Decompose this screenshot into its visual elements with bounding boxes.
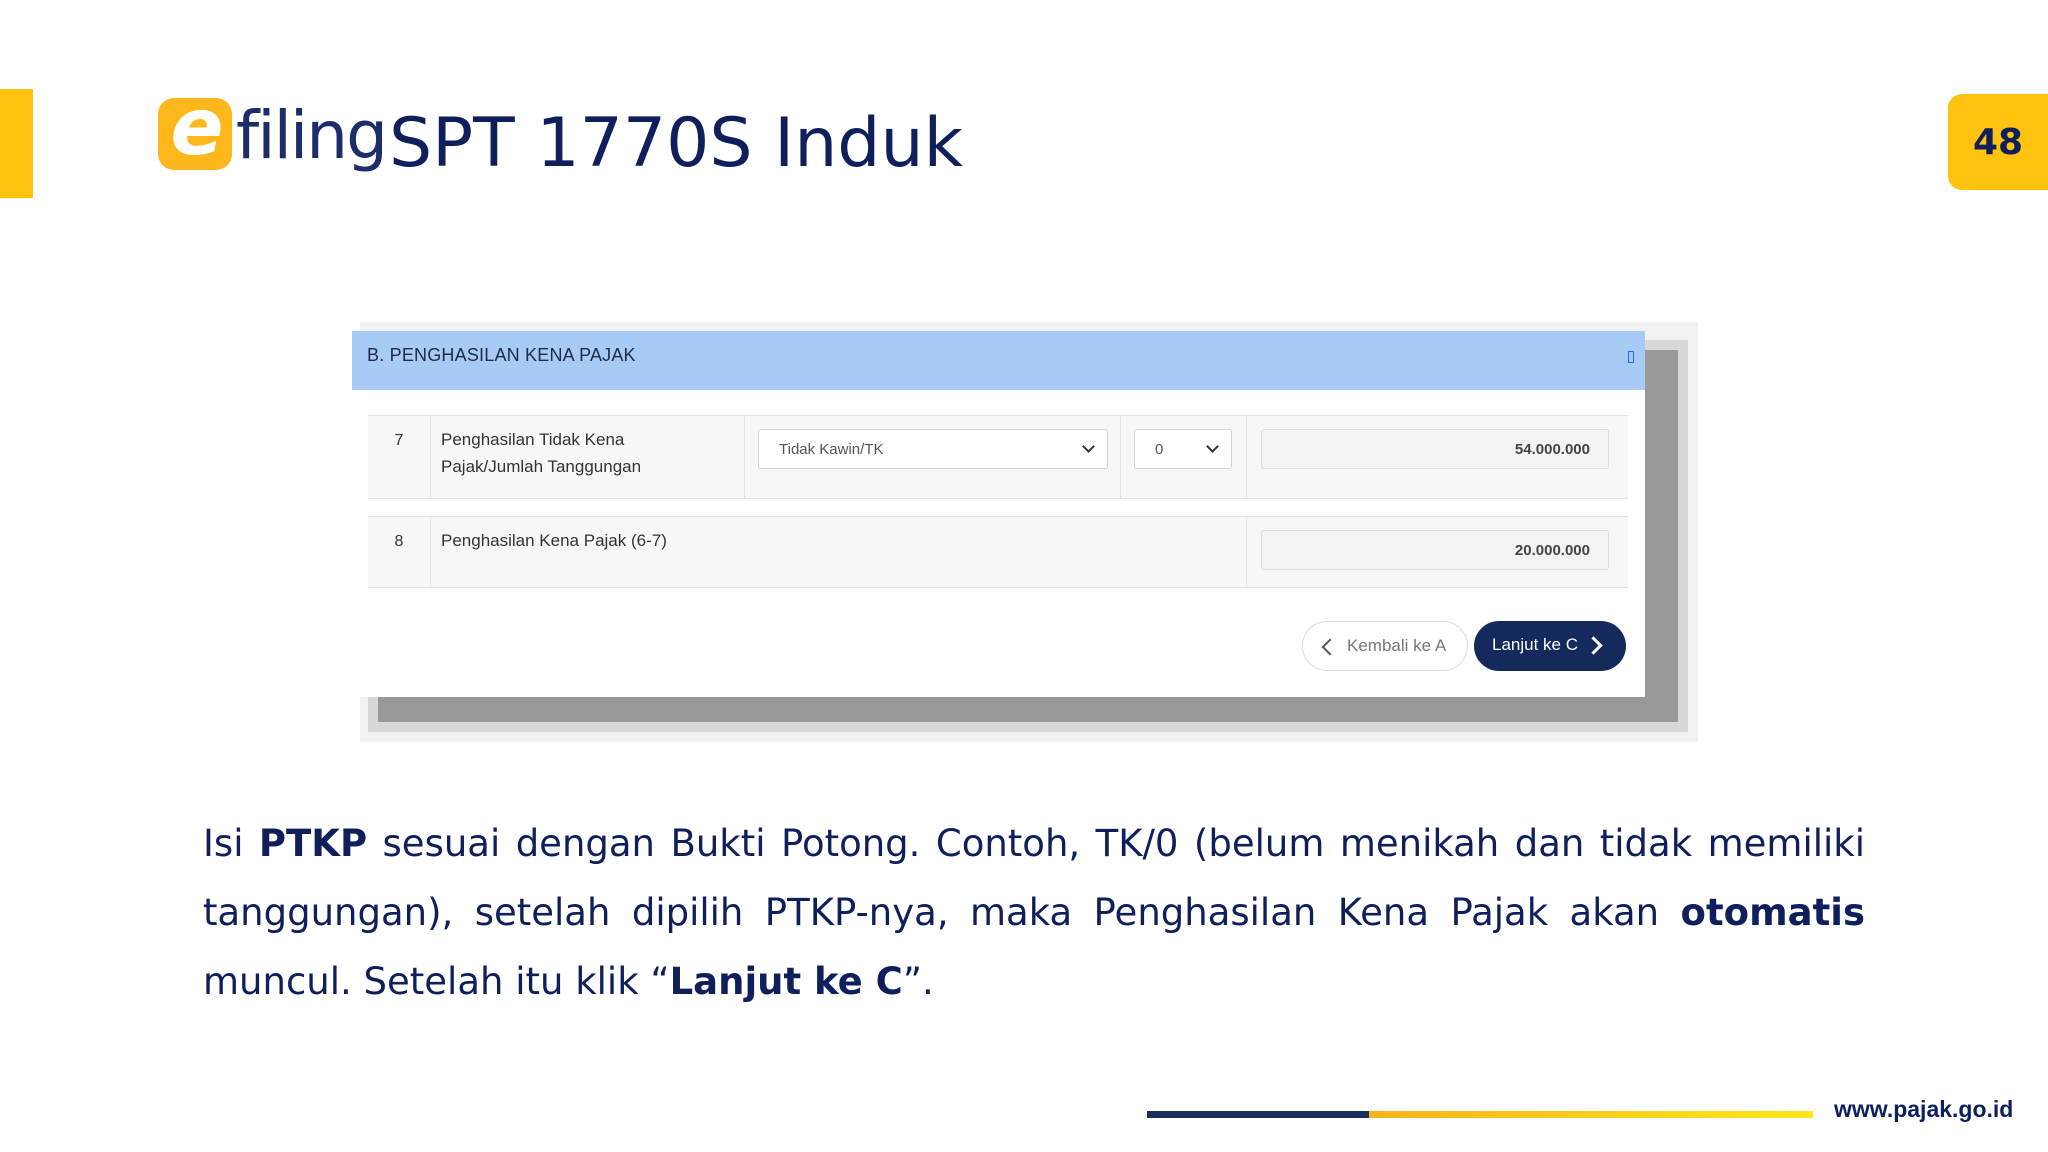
footer-bar-yellow bbox=[1369, 1111, 1813, 1118]
instruction-part: ”. bbox=[902, 960, 934, 1003]
dependents-select-cell: 0 bbox=[1120, 416, 1247, 498]
ptkp-amount-value: 54.000.000 bbox=[1514, 441, 1590, 458]
logo-e-letter: e bbox=[170, 83, 224, 173]
instruction-text: Isi PTKP sesuai dengan Bukti Potong. Con… bbox=[203, 809, 1865, 1016]
amount-cell: 20.000.000 bbox=[1246, 517, 1629, 587]
instruction-part: sesuai dengan Bukti Potong. Contoh, TK/0… bbox=[203, 822, 1865, 934]
instruction-bold-ptkp: PTKP bbox=[258, 822, 368, 865]
table-row-8: 8 Penghasilan Kena Pajak (6-7) 20.000.00… bbox=[368, 516, 1628, 588]
row-label-line2: Pajak/Jumlah Tanggungan bbox=[441, 457, 642, 476]
chevron-left-icon bbox=[1321, 638, 1339, 656]
row-label-cell: Penghasilan Tidak Kena Pajak/Jumlah Tang… bbox=[430, 416, 745, 498]
form-screenshot: B. PENGHASILAN KENA PAJAK 7 Penghasilan … bbox=[352, 331, 1645, 697]
marital-status-value: Tidak Kawin/TK bbox=[779, 441, 884, 458]
logo-wordmark: filing bbox=[236, 97, 388, 174]
page-number-badge: 48 bbox=[1948, 94, 2048, 190]
next-to-c-button[interactable]: Lanjut ke C bbox=[1474, 621, 1626, 671]
next-button-label: Lanjut ke C bbox=[1492, 635, 1578, 654]
page-number: 48 bbox=[1972, 121, 2024, 163]
left-accent-bar bbox=[0, 89, 33, 198]
slide-title: SPT 1770S Induk bbox=[389, 104, 963, 183]
section-title: B. PENGHASILAN KENA PAJAK bbox=[367, 345, 636, 365]
footer-bar-navy bbox=[1147, 1111, 1369, 1118]
marital-status-select[interactable]: Tidak Kawin/TK bbox=[758, 429, 1108, 469]
dependents-value: 0 bbox=[1155, 441, 1164, 458]
instruction-part: muncul. Setelah itu klik “ bbox=[203, 960, 670, 1003]
row-number: 8 bbox=[394, 533, 404, 550]
chevron-right-icon bbox=[1584, 636, 1603, 655]
ptkp-amount-field[interactable]: 54.000.000 bbox=[1261, 429, 1609, 469]
row-label-line1: Penghasilan Tidak Kena bbox=[441, 430, 625, 449]
collapse-icon[interactable] bbox=[1628, 351, 1634, 363]
dependents-select[interactable]: 0 bbox=[1134, 429, 1232, 469]
row-label: Penghasilan Tidak Kena Pajak/Jumlah Tang… bbox=[441, 426, 641, 480]
row-label-cell: Penghasilan Kena Pajak (6-7) bbox=[430, 517, 1247, 587]
row-label: Penghasilan Kena Pajak (6-7) bbox=[441, 531, 667, 550]
chevron-down-icon bbox=[1206, 440, 1219, 453]
section-header: B. PENGHASILAN KENA PAJAK bbox=[352, 331, 1645, 390]
taxable-income-field[interactable]: 20.000.000 bbox=[1261, 530, 1609, 570]
taxable-income-value: 20.000.000 bbox=[1514, 542, 1590, 559]
instruction-part: Isi bbox=[203, 822, 259, 865]
amount-cell: 54.000.000 bbox=[1246, 416, 1629, 498]
chevron-down-icon bbox=[1082, 440, 1095, 453]
logo-e-badge: e bbox=[158, 88, 232, 170]
table-row-7: 7 Penghasilan Tidak Kena Pajak/Jumlah Ta… bbox=[368, 415, 1628, 499]
row-number: 7 bbox=[394, 432, 404, 449]
row-number-cell: 8 bbox=[368, 517, 430, 587]
status-select-cell: Tidak Kawin/TK bbox=[744, 416, 1121, 498]
back-button-label: Kembali ke A bbox=[1347, 636, 1447, 655]
efiling-logo: e filing bbox=[158, 88, 388, 186]
back-to-a-button[interactable]: Kembali ke A bbox=[1302, 621, 1468, 671]
row-number-cell: 7 bbox=[368, 416, 430, 498]
instruction-bold-lanjut: Lanjut ke C bbox=[669, 960, 903, 1003]
footer-url: www.pajak.go.id bbox=[1834, 1096, 2014, 1122]
instruction-bold-otomatis: otomatis bbox=[1680, 891, 1865, 934]
